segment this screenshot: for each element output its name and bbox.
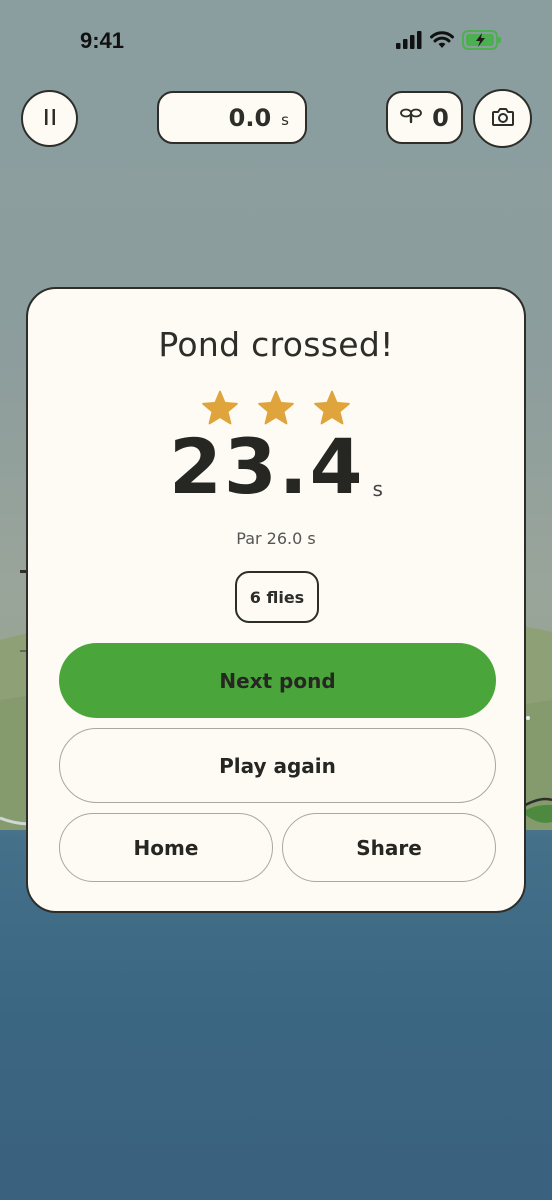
timer-unit: s — [281, 110, 289, 129]
final-time: 23.4 s — [28, 429, 524, 505]
final-time-value: 23.4 — [169, 422, 365, 511]
flies-count: 0 — [432, 103, 449, 132]
final-time-unit: s — [372, 477, 383, 501]
modal-title: Pond crossed! — [158, 325, 394, 364]
pause-button[interactable] — [21, 90, 78, 147]
par-time: Par 26.0 s — [236, 529, 316, 548]
flies-counter: 0 — [386, 91, 463, 144]
home-button[interactable]: Home — [59, 813, 273, 882]
share-button[interactable]: Share — [282, 813, 496, 882]
play-again-button[interactable]: Play again — [59, 728, 496, 803]
status-time: 9:41 — [80, 28, 125, 53]
result-modal: Pond crossed! 23.4 s Par 26.0 s 6 flies … — [26, 287, 526, 913]
fly-icon — [400, 108, 423, 128]
camera-icon — [491, 107, 515, 131]
camera-button[interactable] — [473, 89, 532, 148]
timer-value: 0.0 — [228, 103, 272, 132]
status-icons — [396, 30, 502, 54]
wifi-icon — [430, 31, 454, 53]
timer-display: 0.0 s — [157, 91, 307, 144]
battery-icon — [462, 30, 502, 54]
flies-collected-badge: 6 flies — [235, 571, 319, 623]
status-bar: 9:41 — [0, 0, 552, 84]
signal-icon — [396, 31, 422, 53]
next-pond-button[interactable]: Next pond — [59, 643, 496, 718]
pause-icon — [42, 107, 58, 131]
